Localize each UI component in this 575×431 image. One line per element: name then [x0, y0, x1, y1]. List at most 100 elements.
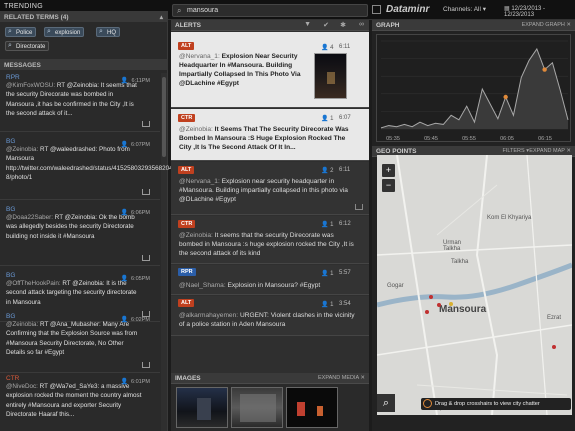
share-icon[interactable] [142, 362, 150, 368]
geo-point[interactable] [429, 295, 433, 299]
message-item[interactable]: CTR 👤 6:01PM @NiveDoc: RT @Wa7ed_SaYe3: … [0, 373, 160, 431]
alert-text: @Nervana_1: Explosion near security head… [179, 177, 359, 204]
alert-item[interactable]: RPR 👤 1 5:57 @Nael_Shama: Explosion in M… [171, 265, 369, 295]
alert-text: @Nael_Shama: Explosion in Mansoura? #Egy… [179, 281, 359, 290]
message-user: @Doaa22Saber: [6, 214, 54, 221]
alerts-title: ALERTS [175, 22, 201, 29]
alert-count-value: 1 [330, 302, 334, 308]
close-icon[interactable]: ✕ [360, 375, 365, 381]
channels-dropdown[interactable]: Channels: All ▾ [443, 5, 486, 13]
alert-time: 3:54 [339, 301, 351, 307]
pin-icon[interactable]: ✱ [340, 21, 346, 29]
message-source: CTR [6, 375, 20, 382]
messages-scrollbar[interactable] [161, 73, 167, 431]
geo-point[interactable] [552, 345, 556, 349]
share-icon[interactable] [142, 189, 150, 195]
alert-count-value: 1 [330, 271, 334, 277]
graph-area [381, 49, 568, 129]
zoom-out-button[interactable]: − [382, 179, 395, 192]
alert-item[interactable]: CTR 👤 1 6:12 @Zeinobia: It seems that th… [171, 216, 369, 264]
related-terms-header: RELATED TERMS (4) ▴ [0, 11, 168, 22]
media-thumbnail[interactable] [231, 387, 283, 428]
message-item[interactable]: BG 👤 6:06PM @Doaa22Saber: RT @Zeinobia: … [0, 204, 160, 266]
alert-badge: ALT [178, 166, 195, 174]
message-source: RPR [6, 74, 20, 81]
alert-user: @Zeinobia: [179, 126, 213, 133]
search-map-button[interactable]: ⌕ [377, 394, 395, 412]
alert-count: 👤 1 [321, 271, 334, 277]
alert-item[interactable]: ALT 👤 2 6:11 @Nervana_1: Explosion near … [171, 162, 369, 215]
alert-count-value: 1 [330, 222, 334, 228]
alert-item[interactable]: ALT 👤 1 3:54 @alkarmahayemen: URGENT: Vi… [171, 296, 369, 336]
share-icon[interactable] [142, 255, 150, 261]
alert-time: 5:57 [339, 270, 351, 276]
alert-user: @Nael_Shama: [179, 282, 226, 289]
expand-media-label: EXPAND MEDIA [318, 375, 359, 381]
expand-map-button[interactable]: EXPAND MAP ✕ [529, 148, 571, 154]
alerts-header: ALERTS ▼ ✔ ✱ ∞ [171, 20, 369, 31]
close-icon[interactable]: ✕ [566, 148, 571, 154]
geo-point[interactable] [425, 310, 429, 314]
messages-title: MESSAGES [4, 62, 41, 69]
link-icon[interactable]: ∞ [359, 21, 364, 28]
search-value: mansoura [187, 7, 219, 14]
alert-thumbnail[interactable] [314, 53, 347, 99]
map-label: Ezrat [547, 315, 562, 321]
alert-item[interactable]: ALT 👤 4 6:11 @Nervana_1: Explosion Near … [171, 32, 369, 108]
filter-icon[interactable]: ▼ [304, 21, 311, 28]
message-item[interactable]: RPR 👤 6:11PM @KimFoxWOSU: RT @Zeinobia: … [0, 72, 160, 132]
graph-marker[interactable] [542, 67, 547, 72]
map-roads [377, 155, 572, 415]
close-icon[interactable]: ✕ [566, 22, 571, 28]
alert-text: @Zeinobia: It seems that the security Di… [179, 231, 359, 258]
media-thumbnail[interactable] [176, 387, 228, 428]
alert-count: 👤 1 [321, 302, 334, 308]
crosshair-icon[interactable] [423, 399, 432, 408]
graph-header: GRAPH EXPAND GRAPH ✕ [372, 20, 575, 31]
channels-label: Channels: All [443, 6, 481, 13]
filters-button[interactable]: FILTERS ▾ [502, 148, 529, 154]
geo-map[interactable]: + − Kom El Khyariya Urman Talkha Talkha … [377, 155, 572, 415]
search-input[interactable]: ⌕ mansoura [172, 4, 368, 17]
term-chip-explosion[interactable]: explosion [44, 27, 85, 37]
expand-graph-button[interactable]: EXPAND GRAPH ✕ [522, 22, 571, 28]
message-item[interactable]: BG 👤 6:07PM @Zeinobia: RT @waleedrashed:… [0, 136, 173, 200]
alert-user: @alkarmahayemen: [179, 312, 239, 319]
trending-title: TRENDING [4, 3, 43, 10]
alert-badge: ALT [178, 299, 195, 307]
graph-marker[interactable] [503, 94, 508, 100]
activity-graph[interactable]: 05:35 05:45 05:55 06:05 06:15 [376, 34, 571, 142]
x-tick-label: 06:15 [538, 136, 552, 142]
filters-label: FILTERS [502, 148, 525, 154]
term-chip-police[interactable]: Police [5, 27, 37, 37]
message-user: @Zeinobia: [6, 321, 39, 328]
message-body: @Zeinobia: RT @waleedrashed: Photo from … [6, 145, 173, 182]
alert-text: @Zeinobia: It Seems That The Security Di… [179, 125, 359, 152]
message-user: @NiveDoc: [6, 383, 38, 390]
collapse-icon[interactable]: ▴ [160, 13, 163, 21]
message-source: BG [6, 206, 16, 213]
images-panel: IMAGES EXPAND MEDIA ✕ [171, 373, 369, 431]
share-icon[interactable] [142, 121, 150, 127]
geo-title: GEO POINTS [376, 148, 417, 155]
check-icon[interactable]: ✔ [323, 21, 329, 29]
map-label: Urman Talkha [443, 240, 462, 252]
messages-header: MESSAGES [0, 59, 168, 70]
message-body: @NiveDoc: RT @Wa7ed_SaYe3: a massive exp… [6, 382, 142, 419]
alert-badge: ALT [178, 42, 195, 50]
expand-media-button[interactable]: EXPAND MEDIA ✕ [318, 375, 365, 381]
term-chip-hq[interactable]: HQ [96, 27, 120, 37]
message-item[interactable]: BG 👤 6:02PM @Zeinobia: RT @Ana_Mubasher:… [0, 311, 160, 373]
message-body: @OffTheHookPain: RT @Zeinobia: It is the… [6, 279, 142, 307]
alert-item[interactable]: CTR 👤 1 6:07 @Zeinobia: It Seems That Th… [171, 109, 369, 161]
term-chip-directorate[interactable]: Directorate [5, 41, 50, 51]
share-icon[interactable] [355, 204, 363, 210]
message-source: BG [6, 272, 16, 279]
date-range[interactable]: ▦ 12/23/2013 - 12/23/2013 [504, 5, 575, 18]
geo-point[interactable] [437, 303, 441, 307]
media-thumbnail[interactable] [286, 387, 338, 428]
geo-point[interactable] [449, 302, 453, 306]
alert-user: @Nervana_1: [179, 178, 220, 185]
alert-count-value: 4 [330, 45, 334, 51]
zoom-in-button[interactable]: + [382, 164, 395, 177]
